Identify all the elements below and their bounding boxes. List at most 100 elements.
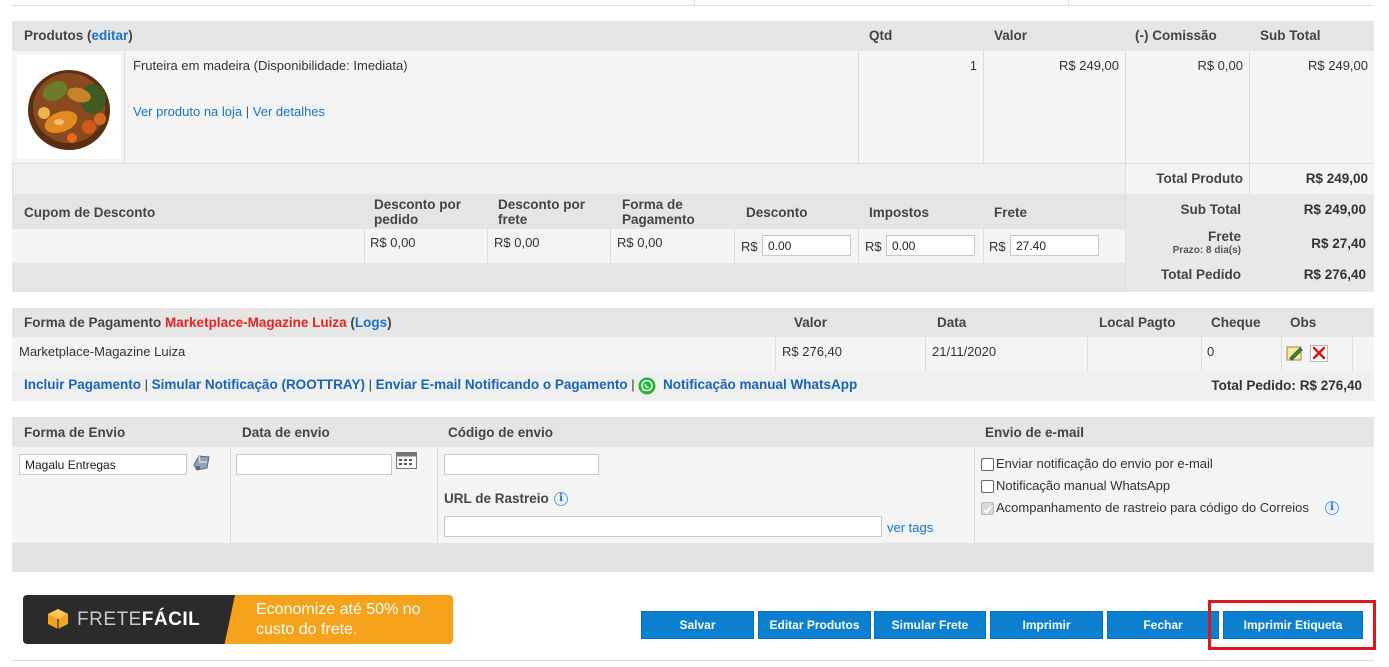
payment-col-local: Local Pagto [1099,315,1176,330]
close-button[interactable]: Fechar [1107,611,1219,639]
frete-facil-banner[interactable]: FRETEFÁCIL Economize até 50% no custo do… [23,595,453,644]
print-button[interactable]: Imprimir [990,611,1103,639]
tracking-info-icon[interactable]: i [554,492,568,506]
freight-discount-value: R$ 0,00 [494,235,540,250]
products-header: Produtos (editar) [24,28,133,43]
whatsapp-notification-link[interactable]: Notificação manual WhatsApp [663,377,857,392]
whatsapp-icon[interactable] [638,377,656,395]
row-divider [1352,337,1353,371]
row-divider [124,51,125,164]
summary-freight-term: Prazo: 8 dia(s) [1172,245,1241,256]
taxes-input[interactable]: 0.00 [886,235,975,256]
product-subtotal: R$ 249,00 [1308,58,1368,73]
payment-total: Total Pedido: R$ 276,40 [1211,378,1362,393]
print-label-highlight [1208,600,1376,650]
product-thumb[interactable] [17,55,121,159]
product-value: R$ 249,00 [1059,58,1119,73]
payment-col-check: Cheque [1211,315,1261,330]
notify-email-checkbox[interactable] [981,458,994,471]
row-divider [230,447,231,543]
col-discount: Desconto [746,205,808,220]
edit-products-link[interactable]: editar [92,28,129,43]
calendar-icon[interactable] [396,452,417,469]
discount-input[interactable]: 0.00 [762,235,851,256]
check-icon [983,505,992,515]
save-button[interactable]: Salvar [641,611,754,639]
banner-promo: Economize até 50% no custo do frete. [256,601,421,638]
shipping-method-input[interactable]: Magalu Entregas [19,454,187,475]
shipping-code-input[interactable] [444,454,599,475]
col-freight-discount: Desconto por frete [498,197,586,227]
row-divider [364,229,365,263]
payment-col-date: Data [937,315,967,330]
send-payment-email-link[interactable]: Enviar E-mail Notificando o Pagamento [376,377,628,392]
shipping-col-email: Envio de e-mail [985,425,1085,440]
product-name: Fruteira em madeira (Disponibilidade: Im… [133,58,408,73]
simulate-notification-link[interactable]: Simular Notificação (ROOTTRAY) [152,377,365,392]
row-divider [1249,51,1250,164]
col-payment-form: Forma de Pagamento [622,197,695,227]
row-divider [983,229,984,263]
summary-subtotal-value: R$ 249,00 [1303,202,1366,217]
payment-header: Forma de Pagamento Marketplace-Magazine … [24,315,392,330]
payment-row-value: R$ 276,40 [782,344,842,359]
order-discount-value: R$ 0,00 [370,235,416,250]
edit-products-button[interactable]: Editar Produtos [758,611,871,639]
row-divider [487,229,488,263]
summary-total-value: R$ 276,40 [1303,267,1366,282]
payment-logs-link[interactable]: Logs [355,315,387,330]
row-divider [734,229,735,263]
product-commission: R$ 0,00 [1197,58,1243,73]
summary-freight-value: R$ 27,40 [1311,236,1366,251]
payment-row-check: 0 [1207,344,1215,359]
tracking-url-input[interactable] [444,516,882,537]
discounts-bottom-bar [12,263,1125,292]
payment-links: Incluir Pagamento | Simular Notificação … [24,377,635,392]
edit-payment-icon[interactable] [1286,345,1304,362]
taxes-currency: R$ [865,239,882,254]
col-commission: (-) Comissão [1135,28,1217,43]
row-divider [1201,337,1202,371]
shipping-col-date: Data de envio [242,425,330,440]
row-divider [610,229,611,263]
delete-payment-icon[interactable] [1310,345,1328,362]
product-qty: 1 [969,58,977,73]
tracking-checkbox[interactable] [981,502,994,515]
shipping-col-method: Forma de Envio [24,425,126,440]
row-divider [775,337,776,371]
payment-col-value: Valor [794,315,828,330]
col-freight: Frete [994,205,1028,220]
row-divider [1125,51,1126,164]
truck-icon[interactable] [191,453,212,473]
simulate-freight-button[interactable]: Simular Frete [874,611,986,639]
row-divider [858,229,859,263]
view-in-store-link[interactable]: Ver produto na loja [133,104,242,119]
top-strip [12,0,1374,6]
notify-email-label: Enviar notificação do envio por e-mail [996,456,1213,471]
delete-x-icon [1310,345,1328,362]
summary-total-label: Total Pedido [1161,267,1241,282]
tracking-option-info-icon[interactable]: i [1325,501,1339,515]
shipping-header-bar [12,417,1374,447]
fruit-bowl-image [28,70,110,150]
summary-freight-label: Frete [1207,229,1241,244]
row-divider [1281,337,1282,371]
payment-col-obs: Obs [1290,315,1317,330]
row-divider [925,337,926,371]
view-details-link[interactable]: Ver detalhes [253,104,325,119]
row-divider [983,51,984,164]
see-tags-link[interactable]: ver tags [887,520,933,535]
col-order-discount: Desconto por pedido [374,197,462,227]
payment-method-highlight: Marketplace-Magazine Luiza [165,315,347,330]
edit-note-icon [1286,346,1303,361]
whatsapp-notify-checkbox[interactable] [981,480,994,493]
discount-currency: R$ [741,239,758,254]
shipping-date-input[interactable] [236,454,392,475]
top-divider [1068,0,1069,5]
box-icon [48,609,68,629]
include-payment-link[interactable]: Incluir Pagamento [24,377,141,392]
tracking-url-label: URL de Rastreio [444,491,549,506]
row-divider [1249,164,1250,194]
freight-input[interactable]: 27.40 [1010,235,1099,256]
whatsapp-icon-svg [638,377,656,395]
